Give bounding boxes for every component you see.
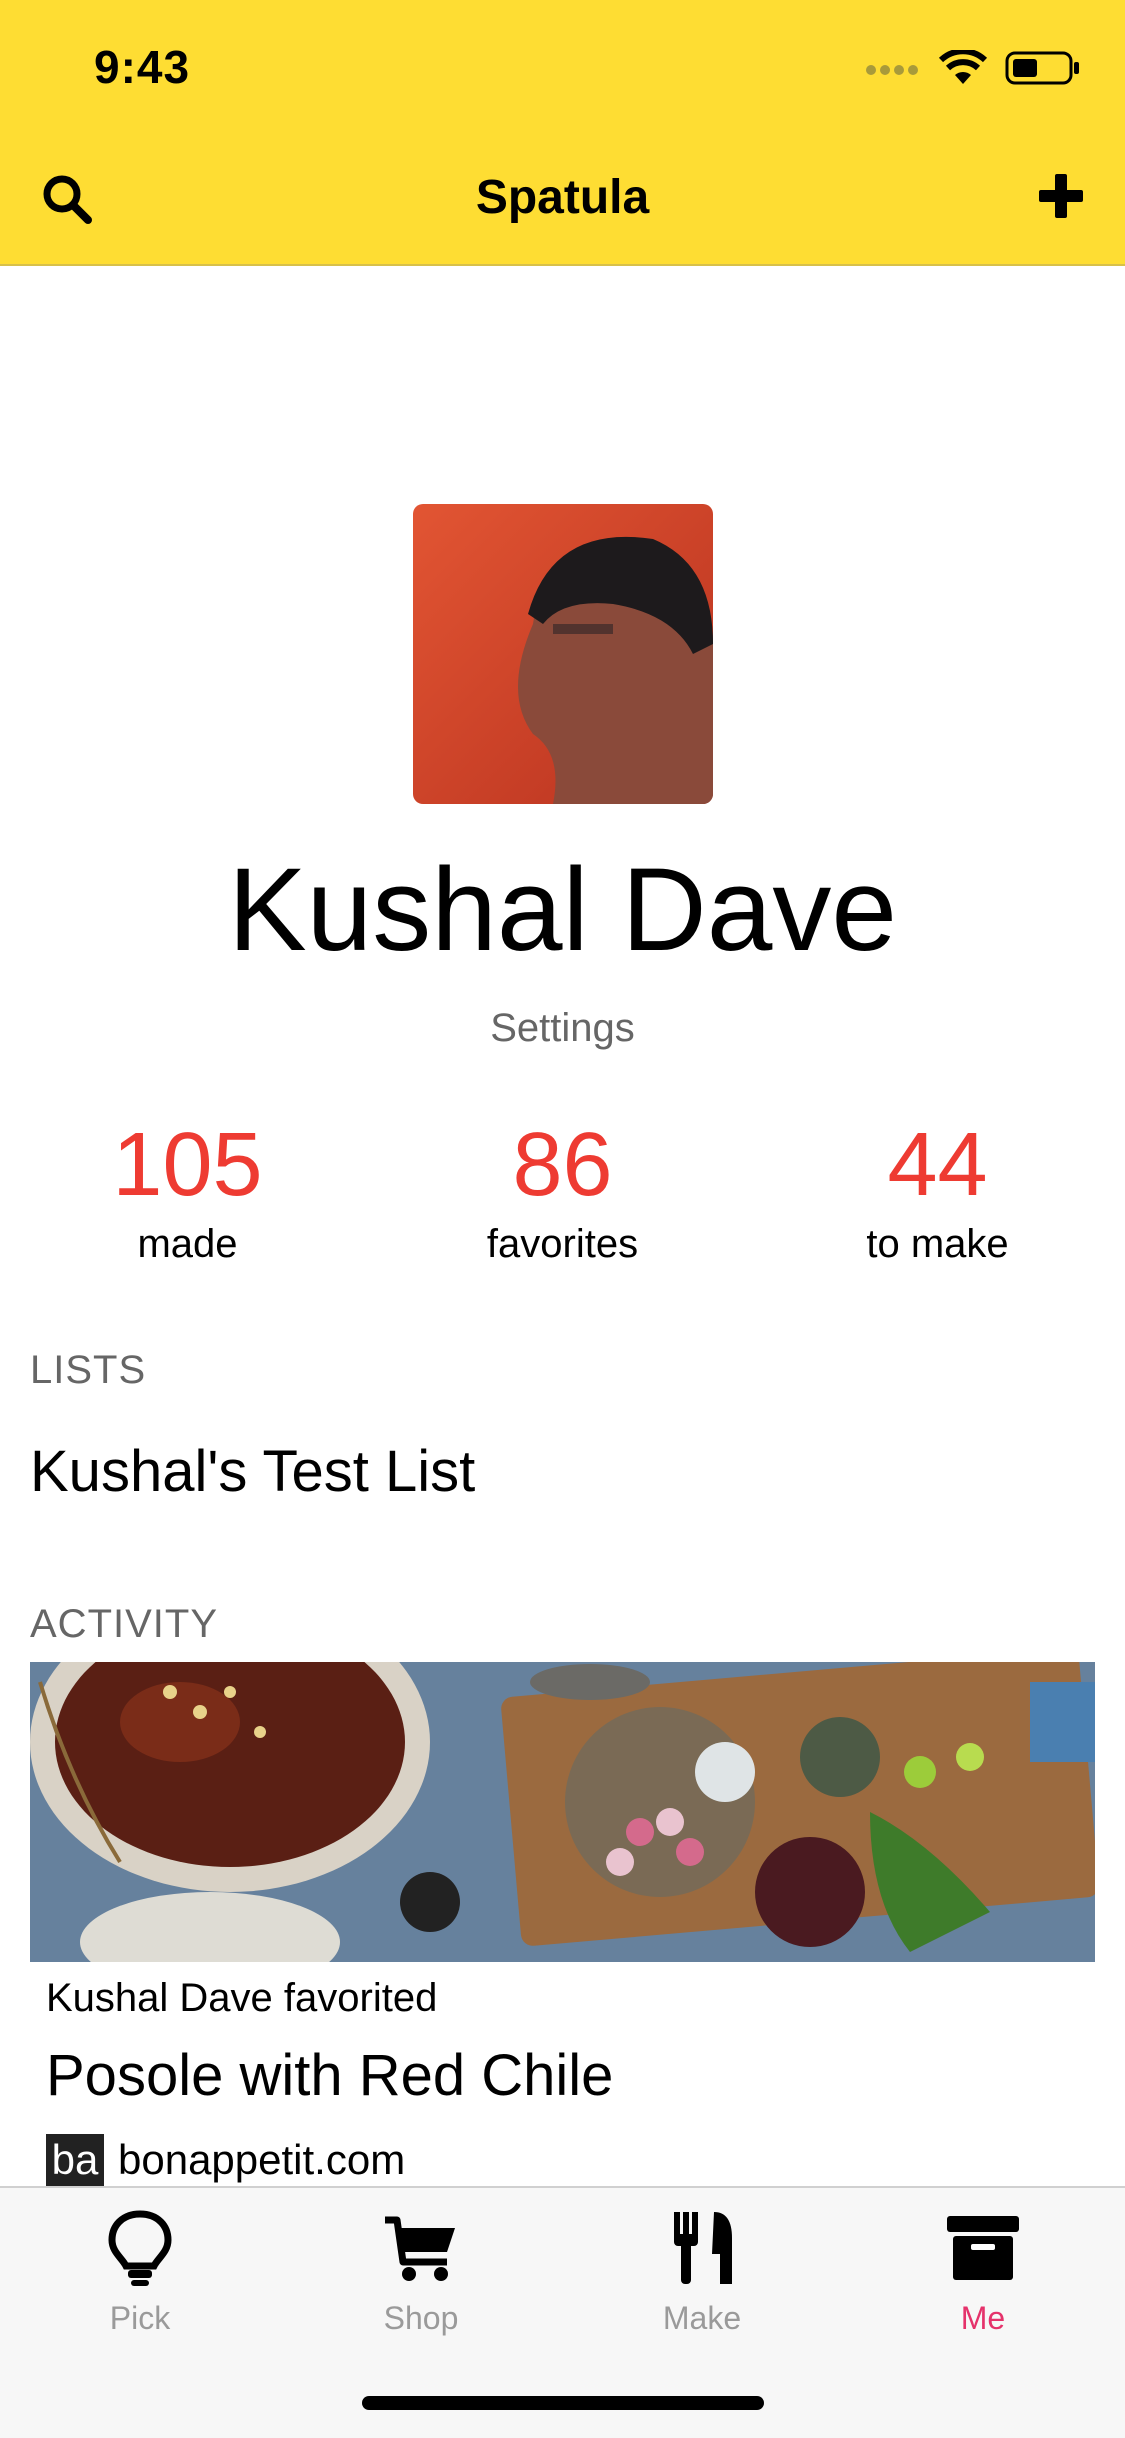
tab-label: Me [960, 2300, 1006, 2336]
recipe-photo-art [30, 1662, 1095, 1962]
status-time: 9:43 [94, 41, 191, 93]
list-item[interactable]: Kushal's Test List [30, 1438, 475, 1505]
fork-knife-icon [674, 2212, 732, 2284]
wifi-icon [939, 50, 987, 84]
lightbulb-icon [108, 2210, 172, 2286]
source-domain: bonappetit.com [118, 2136, 406, 2183]
archive-box-icon [947, 2216, 1019, 2280]
stat-label: made [137, 1222, 238, 1266]
activity-source[interactable]: ba bonappetit.com [46, 2134, 405, 2186]
stat-to-make[interactable]: 44 to make [750, 1120, 1125, 1267]
settings-link[interactable]: Settings [0, 1006, 1125, 1051]
tab-me[interactable]: Me [883, 2208, 1083, 2337]
tab-pick[interactable]: Pick [40, 2208, 240, 2337]
status-icons [865, 50, 1081, 86]
navigation-bar: Spatula [0, 132, 1125, 266]
home-indicator[interactable] [362, 2396, 764, 2410]
tab-label: Pick [109, 2300, 171, 2336]
status-bar: 9:43 [0, 0, 1125, 132]
stat-value: 44 [887, 1115, 988, 1215]
profile-name: Kushal Dave [227, 844, 898, 976]
activity-header: ACTIVITY [30, 1602, 219, 1646]
stat-label: to make [866, 1222, 1009, 1266]
stat-made[interactable]: 105 made [0, 1120, 375, 1267]
stat-label: favorites [486, 1222, 639, 1266]
plus-icon[interactable] [1035, 170, 1087, 222]
recipe-photo[interactable] [30, 1662, 1095, 1962]
stat-value: 86 [512, 1115, 613, 1215]
tab-label: Shop [383, 2300, 459, 2336]
stat-value: 105 [112, 1115, 263, 1215]
avatar-photo [413, 504, 713, 804]
battery-icon [1005, 51, 1079, 85]
source-logo-icon: ba [46, 2134, 104, 2186]
cart-icon [385, 2216, 455, 2281]
stat-favorites[interactable]: 86 favorites [375, 1120, 750, 1267]
activity-actor: Kushal Dave favorited [46, 1976, 438, 2020]
tab-make[interactable]: Make [602, 2208, 802, 2337]
cellular-signal-icon [866, 65, 918, 75]
tab-label: Make [662, 2300, 742, 2336]
lists-header: LISTS [30, 1348, 147, 1392]
app-title: Spatula [475, 171, 650, 224]
avatar [413, 504, 713, 804]
tab-shop[interactable]: Shop [321, 2208, 521, 2337]
activity-recipe-title[interactable]: Posole with Red Chile [46, 2042, 613, 2109]
